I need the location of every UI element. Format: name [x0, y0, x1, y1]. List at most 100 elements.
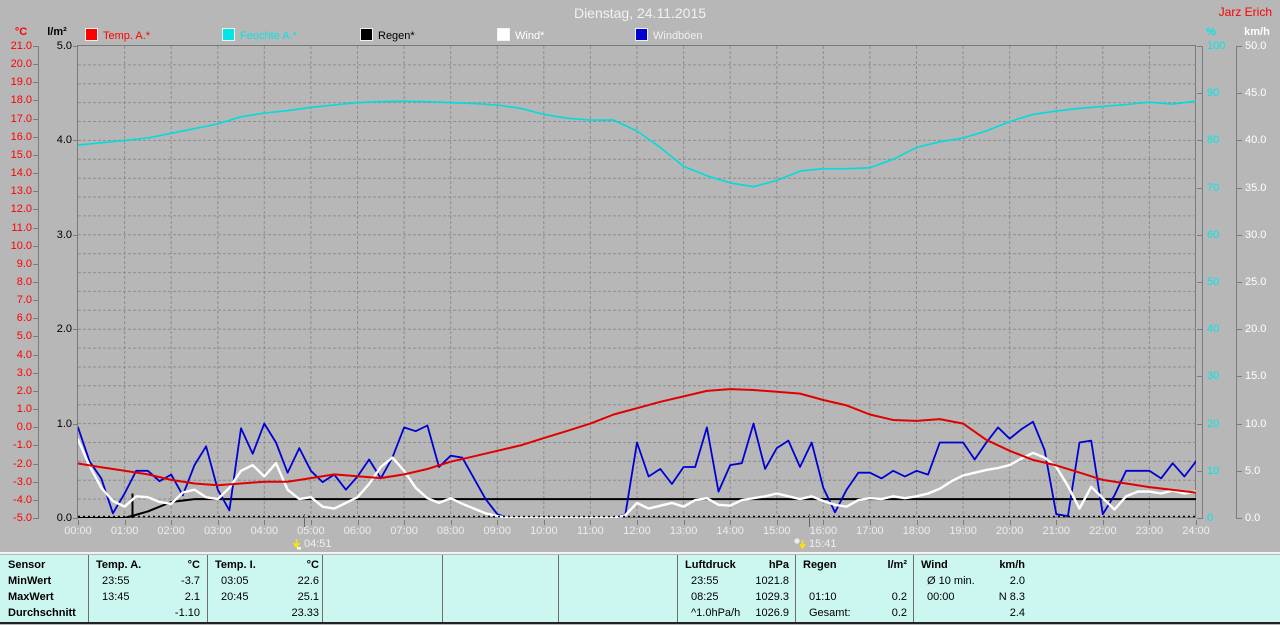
- temp-swatch-icon: [85, 28, 98, 41]
- sunset-marker: 15:41: [794, 538, 837, 552]
- table-column-unit: l/m²: [795, 558, 907, 572]
- temp-axis-unit: °C: [8, 26, 34, 38]
- table-column-divider: [322, 555, 323, 622]
- time-label: 17:00: [847, 525, 893, 537]
- table-cell-value: -1.10: [88, 606, 200, 620]
- time-label: 12:00: [614, 525, 660, 537]
- time-label: 04:00: [241, 525, 287, 537]
- hour-tick: [218, 520, 219, 525]
- table-column-divider: [88, 555, 89, 622]
- time-label: 11:00: [567, 525, 613, 537]
- page-title: Dienstag, 24.11.2015: [0, 5, 1280, 21]
- hour-tick: [730, 520, 731, 525]
- temp-axis-label: 20.0: [0, 58, 32, 70]
- hour-tick: [1056, 520, 1057, 525]
- hour-tick: [637, 520, 638, 525]
- table-cell-value: 2.1: [88, 590, 200, 604]
- rain-axis-tick: [73, 46, 78, 47]
- sunrise-marker: 04:51: [291, 538, 332, 552]
- temp-axis-label: -5.0: [0, 512, 32, 524]
- humidity-axis-label: 80: [1207, 134, 1235, 146]
- humidity-axis-unit: %: [1196, 26, 1226, 38]
- table-cell-value: 23.33: [207, 606, 319, 620]
- humidity-swatch-icon: [222, 28, 235, 41]
- temp-axis-label: 14.0: [0, 167, 32, 179]
- rain-axis-label: 4.0: [44, 134, 72, 146]
- author-label: Jarz Erich: [1219, 5, 1272, 19]
- temp-axis-label: -1.0: [0, 439, 32, 451]
- table-row-label: MinWert: [8, 574, 51, 588]
- legend-item-gusts: Windböen: [635, 28, 703, 41]
- temp-axis-label: 12.0: [0, 203, 32, 215]
- rain-axis-label: 1.0: [44, 418, 72, 430]
- temp-axis-label: 3.0: [0, 367, 32, 379]
- time-label: 16:00: [800, 525, 846, 537]
- wind-axis-unit: km/h: [1238, 26, 1276, 38]
- hour-tick: [404, 520, 405, 525]
- table-column-divider: [913, 555, 914, 622]
- time-label: 21:00: [1033, 525, 1079, 537]
- table-column-divider: [207, 555, 208, 622]
- time-label: 02:00: [148, 525, 194, 537]
- table-bottom-border: [0, 622, 1280, 624]
- wind-axis-label: 35.0: [1245, 182, 1277, 194]
- temp-axis-label: 15.0: [0, 149, 32, 161]
- table-column-divider: [677, 555, 678, 622]
- rain-axis-label: 3.0: [44, 229, 72, 241]
- time-label: 07:00: [381, 525, 427, 537]
- hour-tick: [777, 520, 778, 525]
- legend-item-wind: Wind*: [497, 28, 544, 41]
- table-column-unit: °C: [88, 558, 200, 572]
- table-top-ridge: [0, 552, 1280, 554]
- rain-axis-tick: [73, 518, 78, 519]
- wind-axis-label: 45.0: [1245, 87, 1277, 99]
- hour-tick: [1010, 520, 1011, 525]
- temp-axis-label: 2.0: [0, 385, 32, 397]
- wind-axis-label: 50.0: [1245, 40, 1277, 52]
- table-column-unit: km/h: [913, 558, 1025, 572]
- temp-axis-label: 5.0: [0, 330, 32, 342]
- rain-axis-tick: [73, 235, 78, 236]
- time-label: 19:00: [940, 525, 986, 537]
- time-label: 15:00: [754, 525, 800, 537]
- sunset-icon: [794, 538, 807, 550]
- rain-axis-label: 0.0: [44, 512, 72, 524]
- hour-tick: [590, 520, 591, 525]
- hour-tick: [544, 520, 545, 525]
- rain-axis-tick: [73, 424, 78, 425]
- humidity-axis-label: 10: [1207, 465, 1235, 477]
- legend-item-temp: Temp. A.*: [85, 28, 150, 41]
- table-cell-value: 1026.9: [677, 606, 789, 620]
- temp-axis-label: 11.0: [0, 222, 32, 234]
- sunrise-time-label: 04:51: [304, 538, 332, 550]
- temp-axis-label: 18.0: [0, 94, 32, 106]
- table-cell-value: 2.4: [913, 606, 1025, 620]
- hour-tick: [171, 520, 172, 525]
- humidity-axis-label: 40: [1207, 323, 1235, 335]
- humidity-axis-rail: [1202, 46, 1203, 519]
- rain-axis-tick: [73, 329, 78, 330]
- sun-marker-tick: [304, 514, 305, 527]
- wind-swatch-icon: [497, 28, 510, 41]
- sunset-time-label: 15:41: [809, 538, 837, 550]
- sunrise-icon: [291, 538, 302, 550]
- table-column-unit: °C: [207, 558, 319, 572]
- temp-axis-label: 17.0: [0, 113, 32, 125]
- table-cell-value: 22.6: [207, 574, 319, 588]
- time-label: 13:00: [661, 525, 707, 537]
- table-cell-value: 1021.8: [677, 574, 789, 588]
- hour-tick: [684, 520, 685, 525]
- wind-axis-label: 15.0: [1245, 370, 1277, 382]
- table-cell-value: -3.7: [88, 574, 200, 588]
- humidity-axis-label: 50: [1207, 276, 1235, 288]
- wind-axis-label: 5.0: [1245, 465, 1277, 477]
- table-cell-value: 0.2: [795, 590, 907, 604]
- hour-tick: [451, 520, 452, 525]
- humidity-axis-label: 60: [1207, 229, 1235, 241]
- wind-axis-label: 10.0: [1245, 418, 1277, 430]
- weather-app-window: { "window": { "title": "Dienstag, 24.11.…: [0, 0, 1280, 625]
- rain-axis-label: 5.0: [44, 40, 72, 52]
- rain-axis-tick: [73, 140, 78, 141]
- table-row-label: Sensor: [8, 558, 45, 572]
- temp-axis-label: -4.0: [0, 494, 32, 506]
